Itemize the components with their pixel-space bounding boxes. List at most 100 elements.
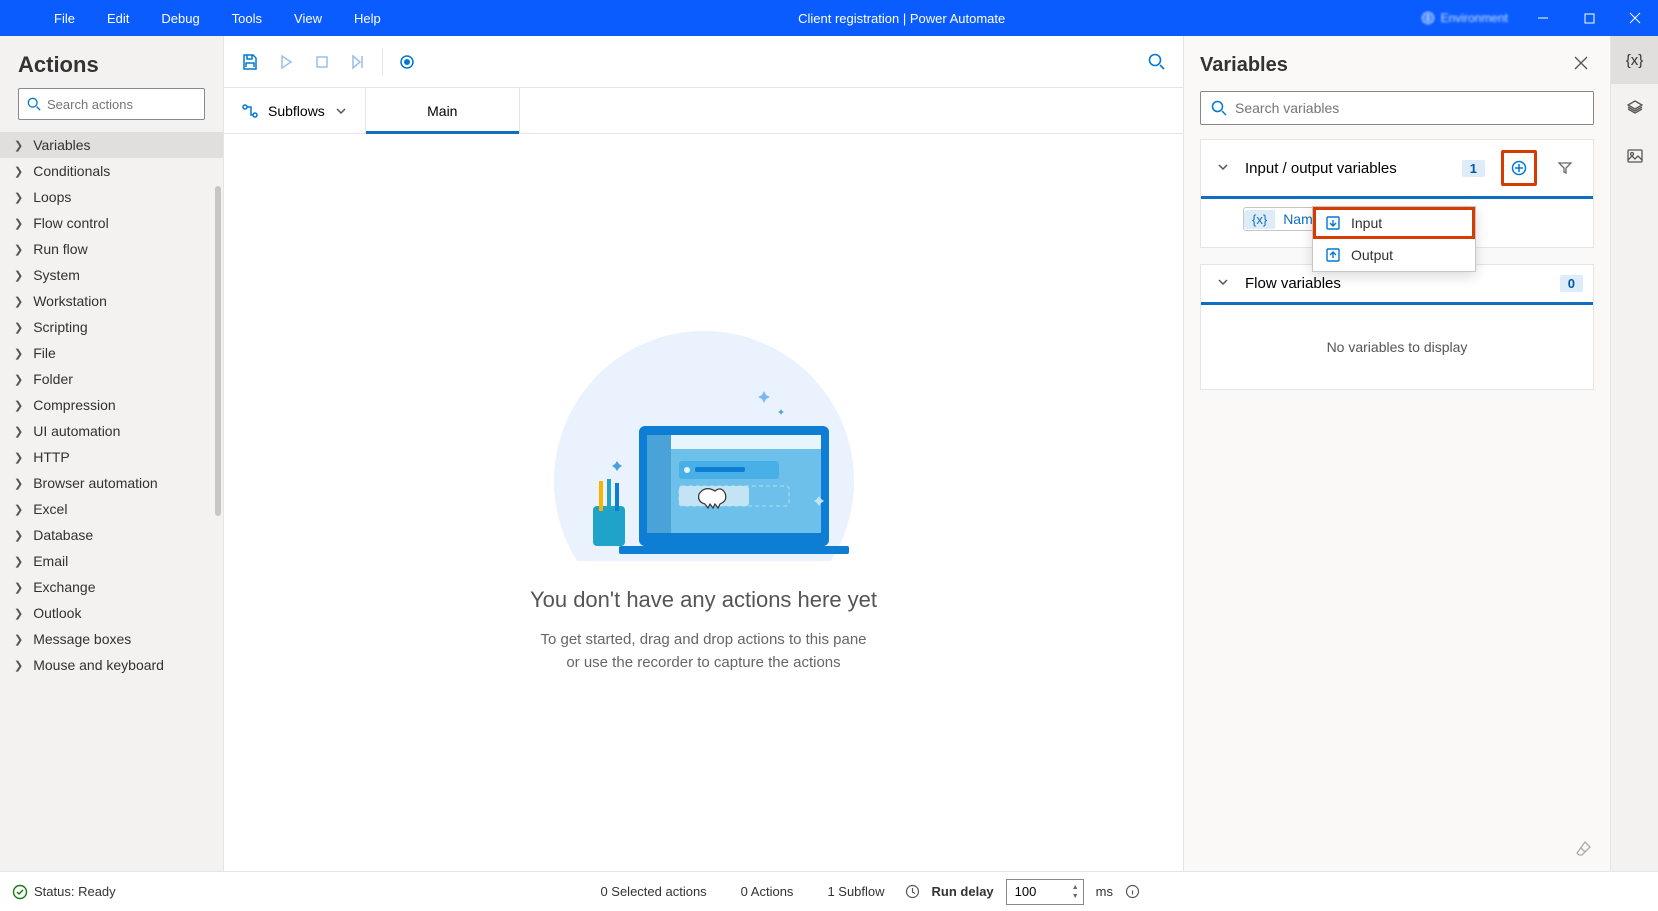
minimize-button[interactable] xyxy=(1520,0,1566,36)
eraser-icon xyxy=(1576,840,1592,856)
dropdown-item-input[interactable]: Input xyxy=(1313,207,1475,239)
braces-icon: {x} xyxy=(1626,52,1644,69)
action-group-folder[interactable]: ❯Folder xyxy=(0,366,223,392)
status-text: Status: Ready xyxy=(34,884,116,899)
subflows-icon xyxy=(242,103,258,119)
run-button[interactable] xyxy=(268,44,304,80)
designer-canvas[interactable]: You don't have any actions here yet To g… xyxy=(224,134,1183,871)
menu-view[interactable]: View xyxy=(280,3,336,34)
flow-section-title: Flow variables xyxy=(1245,275,1550,292)
environment-label[interactable]: Environment xyxy=(1409,11,1520,25)
delay-unit: ms xyxy=(1096,884,1113,899)
action-group-compression[interactable]: ❯Compression xyxy=(0,392,223,418)
stop-button[interactable] xyxy=(304,44,340,80)
plus-icon xyxy=(1511,160,1527,176)
clock-icon xyxy=(905,884,920,899)
no-flow-variables-message: No variables to display xyxy=(1201,305,1593,389)
menu-debug[interactable]: Debug xyxy=(147,3,213,34)
sidebar-variables-button[interactable]: {x} xyxy=(1611,36,1658,84)
action-group-mouse-keyboard[interactable]: ❯Mouse and keyboard xyxy=(0,652,223,678)
layers-icon xyxy=(1626,99,1644,117)
scrollbar[interactable] xyxy=(215,186,221,516)
subflows-count: 1 Subflow xyxy=(827,884,884,899)
step-button[interactable] xyxy=(340,44,376,80)
action-group-exchange[interactable]: ❯Exchange xyxy=(0,574,223,600)
collapse-io-button[interactable] xyxy=(1211,161,1235,176)
action-group-workstation[interactable]: ❯Workstation xyxy=(0,288,223,314)
action-group-browser-automation[interactable]: ❯Browser automation xyxy=(0,470,223,496)
sidebar-images-button[interactable] xyxy=(1611,132,1658,180)
subflow-tabs: Subflows Main xyxy=(224,88,1183,134)
window-title: Client registration | Power Automate xyxy=(395,11,1409,26)
search-icon xyxy=(27,97,41,111)
close-button[interactable] xyxy=(1612,0,1658,36)
action-group-run-flow[interactable]: ❯Run flow xyxy=(0,236,223,262)
variables-search[interactable] xyxy=(1200,91,1594,125)
menu-help[interactable]: Help xyxy=(340,3,395,34)
title-bar: File Edit Debug Tools View Help Client r… xyxy=(0,0,1658,36)
flow-count-badge: 0 xyxy=(1560,275,1583,292)
info-icon[interactable] xyxy=(1125,884,1140,899)
variable-icon: {x} xyxy=(1252,212,1267,227)
toolbar xyxy=(224,36,1183,88)
filter-button[interactable] xyxy=(1547,150,1583,186)
io-section-title: Input / output variables xyxy=(1245,160,1452,177)
maximize-button[interactable] xyxy=(1566,0,1612,36)
action-group-conditionals[interactable]: ❯Conditionals xyxy=(0,158,223,184)
action-group-file[interactable]: ❯File xyxy=(0,340,223,366)
variables-search-input[interactable] xyxy=(1235,100,1583,116)
actions-panel: Actions ❯Variables ❯Conditionals ❯Loops … xyxy=(0,36,224,871)
toolbar-search-button[interactable] xyxy=(1139,44,1175,80)
selected-actions-count: 0 Selected actions xyxy=(600,884,706,899)
filter-icon xyxy=(1558,161,1572,175)
run-delay-input[interactable]: ▲ ▼ xyxy=(1006,879,1084,905)
window-controls xyxy=(1520,0,1658,36)
variables-header: Variables xyxy=(1200,54,1568,77)
dropdown-item-output[interactable]: Output xyxy=(1313,239,1475,271)
add-variable-dropdown: Input Output xyxy=(1312,206,1476,272)
toolbar-divider xyxy=(382,48,383,76)
menu-tools[interactable]: Tools xyxy=(218,3,276,34)
add-variable-button[interactable] xyxy=(1501,150,1537,186)
collapse-flow-button[interactable] xyxy=(1211,276,1235,291)
action-group-scripting[interactable]: ❯Scripting xyxy=(0,314,223,340)
tab-main[interactable]: Main xyxy=(366,88,520,133)
actions-header: Actions xyxy=(0,36,223,88)
action-group-http[interactable]: ❯HTTP xyxy=(0,444,223,470)
action-group-flow-control[interactable]: ❯Flow control xyxy=(0,210,223,236)
action-group-system[interactable]: ❯System xyxy=(0,262,223,288)
variables-close-button[interactable] xyxy=(1568,50,1594,81)
menu-bar: File Edit Debug Tools View Help xyxy=(0,3,395,34)
empty-state-title: You don't have any actions here yet xyxy=(530,587,877,613)
search-icon xyxy=(1211,100,1227,116)
actions-search[interactable] xyxy=(18,88,205,120)
save-button[interactable] xyxy=(232,44,268,80)
subflows-dropdown[interactable]: Subflows xyxy=(224,88,366,133)
designer-area: Subflows Main xyxy=(224,36,1184,871)
record-button[interactable] xyxy=(389,44,425,80)
delay-down[interactable]: ▼ xyxy=(1068,892,1083,901)
action-group-loops[interactable]: ❯Loops xyxy=(0,184,223,210)
action-group-variables[interactable]: ❯Variables xyxy=(0,132,223,158)
empty-illustration xyxy=(549,331,859,561)
action-group-database[interactable]: ❯Database xyxy=(0,522,223,548)
sidebar-ui-elements-button[interactable] xyxy=(1611,84,1658,132)
action-group-excel[interactable]: ❯Excel xyxy=(0,496,223,522)
action-group-outlook[interactable]: ❯Outlook xyxy=(0,600,223,626)
chevron-down-icon xyxy=(1217,276,1229,288)
action-group-email[interactable]: ❯Email xyxy=(0,548,223,574)
menu-file[interactable]: File xyxy=(40,3,89,34)
run-delay-value[interactable] xyxy=(1015,884,1059,899)
clear-button[interactable] xyxy=(1576,840,1592,861)
actions-list[interactable]: ❯Variables ❯Conditionals ❯Loops ❯Flow co… xyxy=(0,132,223,871)
output-icon xyxy=(1325,247,1341,263)
chevron-down-icon xyxy=(1217,161,1229,173)
check-icon xyxy=(12,884,28,900)
delay-up[interactable]: ▲ xyxy=(1068,883,1083,892)
action-group-ui-automation[interactable]: ❯UI automation xyxy=(0,418,223,444)
actions-search-input[interactable] xyxy=(47,97,223,112)
flow-variables-section: Flow variables 0 No variables to display xyxy=(1200,264,1594,390)
menu-edit[interactable]: Edit xyxy=(93,3,143,34)
chevron-down-icon xyxy=(335,105,347,117)
action-group-message-boxes[interactable]: ❯Message boxes xyxy=(0,626,223,652)
